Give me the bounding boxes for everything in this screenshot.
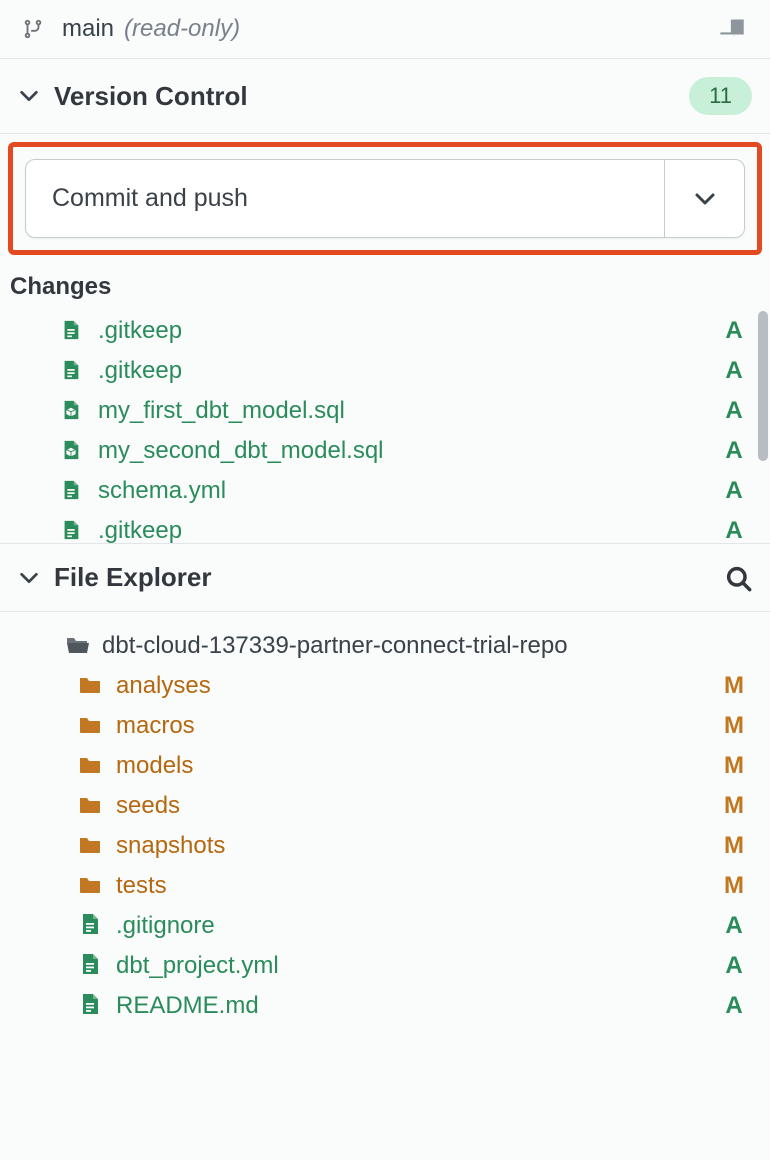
tree-item-status: M [722, 832, 746, 860]
branch-name[interactable]: main [62, 15, 114, 43]
change-file-name: my_second_dbt_model.sql [98, 437, 722, 465]
file-cube-icon [60, 397, 84, 425]
commit-and-push-button[interactable]: Commit and push [25, 159, 745, 238]
tree-item-name: analyses [116, 672, 722, 700]
change-file-name: schema.yml [98, 477, 722, 505]
changes-section: Changes .gitkeepA.gitkeepAmy_first_dbt_m… [0, 267, 770, 543]
root-folder-name: dbt-cloud-137339-partner-connect-trial-r… [102, 632, 746, 660]
tree-item-name: seeds [116, 792, 722, 820]
tree-file[interactable]: .gitignoreA [0, 906, 770, 946]
file-doc-icon [78, 912, 102, 940]
tree-item-name: .gitignore [116, 912, 722, 940]
file-doc-icon [60, 517, 84, 543]
change-file-name: .gitkeep [98, 517, 722, 543]
change-status: A [722, 437, 746, 465]
tree-file[interactable]: dbt_project.ymlA [0, 946, 770, 986]
chevron-down-icon [18, 567, 40, 589]
change-status: A [722, 397, 746, 425]
change-row[interactable]: schema.ymlA [0, 471, 770, 511]
change-row[interactable]: .gitkeepA [0, 511, 770, 543]
tree-item-name: README.md [116, 992, 722, 1020]
tree-folder[interactable]: testsM [0, 866, 770, 906]
file-doc-icon [60, 477, 84, 505]
change-row[interactable]: .gitkeepA [0, 351, 770, 391]
search-icon[interactable] [724, 564, 752, 592]
folder-open-icon [64, 632, 88, 660]
scrollbar[interactable] [758, 311, 768, 461]
folder-icon [78, 672, 102, 700]
tree-folder[interactable]: analysesM [0, 666, 770, 706]
change-row[interactable]: my_first_dbt_model.sqlA [0, 391, 770, 431]
folder-icon [78, 752, 102, 780]
change-status: A [722, 317, 746, 345]
tree-folder[interactable]: snapshotsM [0, 826, 770, 866]
tree-folder[interactable]: modelsM [0, 746, 770, 786]
file-explorer-tree: dbt-cloud-137339-partner-connect-trial-r… [0, 612, 770, 1026]
chevron-down-icon [18, 85, 40, 107]
folder-icon [78, 712, 102, 740]
file-doc-icon [78, 952, 102, 980]
tree-item-name: models [116, 752, 722, 780]
tree-item-name: macros [116, 712, 722, 740]
file-doc-icon [60, 317, 84, 345]
section-title: File Explorer [54, 562, 212, 593]
docs-icon[interactable] [718, 14, 748, 44]
file-doc-icon [60, 357, 84, 385]
branch-bar: main (read-only) [0, 0, 770, 59]
tree-item-status: A [722, 992, 746, 1020]
changes-list: .gitkeepA.gitkeepAmy_first_dbt_model.sql… [0, 311, 770, 543]
tree-folder[interactable]: seedsM [0, 786, 770, 826]
folder-icon [78, 872, 102, 900]
change-status: A [722, 357, 746, 385]
tree-item-name: dbt_project.yml [116, 952, 722, 980]
tree-item-status: A [722, 912, 746, 940]
tree-item-name: snapshots [116, 832, 722, 860]
tree-folder[interactable]: macrosM [0, 706, 770, 746]
commit-button-label[interactable]: Commit and push [26, 160, 664, 237]
tree-item-status: M [722, 752, 746, 780]
tree-item-status: M [722, 712, 746, 740]
tree-item-status: M [722, 872, 746, 900]
change-file-name: .gitkeep [98, 357, 722, 385]
tree-file[interactable]: README.mdA [0, 986, 770, 1026]
section-title: Version Control [54, 81, 248, 112]
tree-item-status: M [722, 792, 746, 820]
tree-item-status: A [722, 952, 746, 980]
version-control-header[interactable]: Version Control 11 [0, 59, 770, 134]
file-doc-icon [78, 992, 102, 1020]
folder-icon [78, 832, 102, 860]
branch-mode: (read-only) [124, 15, 240, 43]
changes-count-badge: 11 [689, 77, 752, 115]
commit-highlight-box: Commit and push [8, 142, 762, 255]
commit-dropdown-toggle[interactable] [664, 160, 744, 237]
file-explorer-header[interactable]: File Explorer [0, 543, 770, 612]
change-file-name: my_first_dbt_model.sql [98, 397, 722, 425]
change-row[interactable]: .gitkeepA [0, 311, 770, 351]
chevron-down-icon [693, 187, 717, 211]
file-cube-icon [60, 437, 84, 465]
change-status: A [722, 477, 746, 505]
tree-item-name: tests [116, 872, 722, 900]
change-row[interactable]: my_second_dbt_model.sqlA [0, 431, 770, 471]
changes-label: Changes [0, 267, 770, 311]
folder-icon [78, 792, 102, 820]
tree-item-status: M [722, 672, 746, 700]
change-status: A [722, 517, 746, 543]
git-branch-icon [22, 18, 44, 40]
change-file-name: .gitkeep [98, 317, 722, 345]
tree-root[interactable]: dbt-cloud-137339-partner-connect-trial-r… [0, 626, 770, 666]
